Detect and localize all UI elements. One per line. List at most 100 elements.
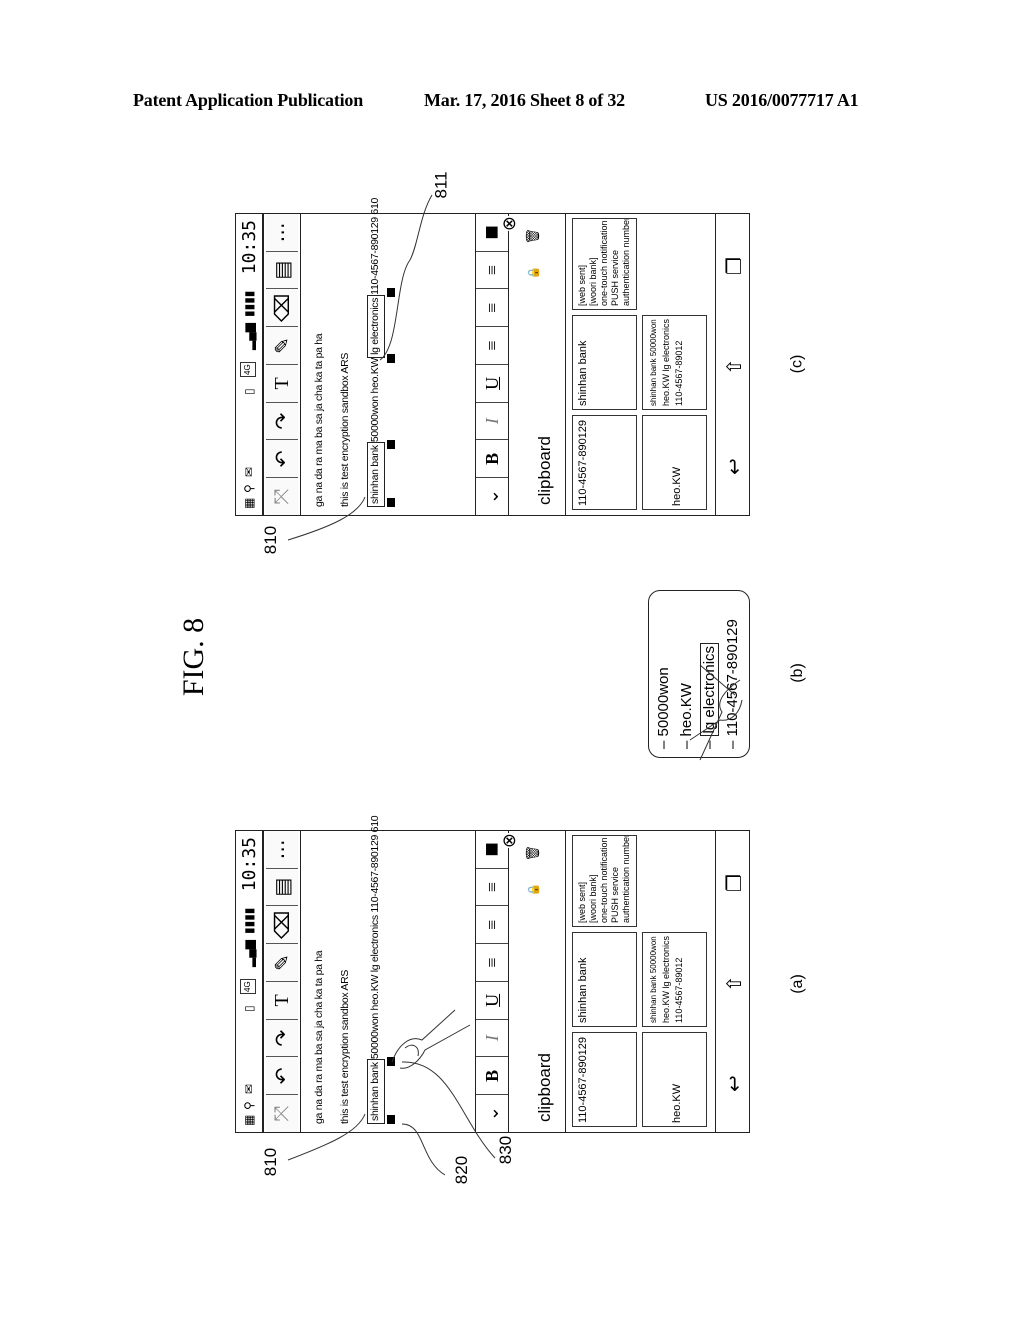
editor-line-3: shinhan bank50000won heo.KWlg electronic…	[367, 198, 385, 507]
align-right-icon[interactable]: ≡	[476, 867, 508, 906]
align-center-icon[interactable]: ≡	[476, 288, 508, 327]
usb-icon: ⚲	[242, 484, 256, 493]
selection-handle-start-2[interactable]	[387, 354, 395, 363]
editor-line-2: this is test encryption sandbox ARS	[339, 969, 351, 1124]
close-icon[interactable]: ⊗	[499, 833, 520, 849]
list-item[interactable]: – heo.KW	[678, 683, 695, 749]
clip-card-2[interactable]: shinhan bank	[572, 315, 637, 410]
text-tool-icon[interactable]: T	[266, 364, 298, 402]
selection-handle-start[interactable]	[387, 1115, 395, 1124]
align-left-icon[interactable]: ≡	[476, 326, 508, 364]
editor-line-2: this is test encryption sandbox ARS	[339, 352, 351, 507]
editor-line-1: ga na da ra ma ba sa ja cha ka ta pa ha	[313, 333, 325, 507]
clip-card-2[interactable]: shinhan bank	[572, 932, 637, 1027]
phone-screen-c: ▦ ⚲ ✉ ▯ 4G ▂▄▆ ▮▮▮▮ 10:35 ⤧ ↶ ↷ T ✎ ⌫ ▤ …	[235, 198, 751, 516]
phone-screen-a: ▦ ⚲ ✉ ▯ 4G ▂▄▆ ▮▮▮▮ 10:35 ⤧ ↶ ↷ T ✎ ⌫ ▤ …	[235, 816, 750, 1133]
redo-icon[interactable]: ↷	[266, 401, 298, 440]
recent-apps-button[interactable]: ❐	[722, 874, 747, 892]
more-icon[interactable]: ⋯	[266, 214, 298, 251]
recent-apps-button[interactable]: ❐	[722, 257, 747, 275]
trash-icon[interactable]: 🗑	[525, 228, 541, 245]
usb-debug-icon: ▦	[242, 497, 256, 509]
clock: 10:35	[239, 220, 260, 275]
item-text: lg electronics	[700, 642, 719, 737]
battery-icon: ▮▮▮▮	[242, 907, 256, 934]
clip-card-5[interactable]: shinhan bank 50000won heo.KW lg electron…	[642, 315, 707, 410]
undo-icon[interactable]: ↶	[266, 439, 298, 478]
list-item[interactable]: – 50000won	[655, 667, 672, 749]
undo-icon[interactable]: ↶	[266, 1056, 298, 1095]
clip-card-5[interactable]: shinhan bank 50000won heo.KW lg electron…	[642, 932, 707, 1027]
bold-button[interactable]: B	[476, 439, 508, 478]
redo-icon[interactable]: ↷	[266, 1018, 298, 1057]
signal-icon: ▂▄▆	[242, 940, 256, 967]
back-button[interactable]: ↩	[722, 458, 747, 475]
header-patent-number: US 2016/0077717 A1	[705, 90, 859, 110]
text-tool-icon[interactable]: T	[266, 981, 298, 1019]
clip-card-3[interactable]: [web sent] [woori bank] one-touch notifi…	[572, 218, 637, 310]
italic-button[interactable]: I	[476, 401, 508, 440]
item-text: 50000won	[655, 667, 672, 737]
underline-button[interactable]: U	[476, 364, 508, 402]
list-item-selected[interactable]: – lg electronics	[700, 642, 719, 749]
card-text: heo.KW	[671, 1083, 683, 1123]
eraser-icon[interactable]: ⌫	[266, 905, 298, 944]
layout-icon[interactable]: ▤	[266, 250, 298, 289]
expand-icon[interactable]: ⤧	[266, 1094, 298, 1132]
card-text: [web sent]	[577, 264, 587, 306]
mail-icon: ✉	[242, 466, 256, 477]
selection-box-810[interactable]: shinhan bank	[367, 442, 385, 507]
more-icon[interactable]: ⋯	[266, 831, 298, 868]
highlighter-icon[interactable]: ✎	[266, 326, 298, 364]
back-button[interactable]: ↩	[722, 1075, 747, 1092]
format-toolbar: ⌄ B I U ≡ ≡ ≡ ■	[476, 214, 509, 515]
clipboard-header: clipboard ⊗ 🗑 🔒	[499, 214, 566, 515]
navigation-bar: ↩ ⇧ ❐	[716, 214, 751, 515]
selection-box-810[interactable]: shinhan bank	[367, 1059, 385, 1124]
card-text: shinhan bank	[577, 957, 589, 1023]
card-text: [woori bank]	[588, 874, 598, 923]
clip-card-4[interactable]: heo.KW	[642, 1032, 707, 1127]
ref-820: 820	[452, 1155, 472, 1185]
align-right-icon[interactable]: ≡	[476, 250, 508, 289]
home-button[interactable]: ⇧	[722, 358, 747, 375]
bold-button[interactable]: B	[476, 1056, 508, 1095]
align-left-icon[interactable]: ≡	[476, 943, 508, 981]
eraser-icon[interactable]: ⌫	[266, 288, 298, 327]
lock-icon[interactable]: 🔒	[527, 266, 540, 280]
list-item[interactable]: – 110-4567-890129	[724, 619, 741, 749]
status-bar: ▦ ⚲ ✉ ▯ 4G ▂▄▆ ▮▮▮▮ 10:35	[236, 831, 264, 1132]
editor-line-1: ga na da ra ma ba sa ja cha ka ta pa ha	[313, 950, 325, 1124]
underline-button[interactable]: U	[476, 981, 508, 1019]
selection-handle-start[interactable]	[387, 498, 395, 507]
lock-icon[interactable]: 🔒	[527, 883, 540, 897]
text-editor[interactable]: ga na da ra ma ba sa ja cha ka ta pa ha …	[301, 816, 476, 1132]
clipboard-header: clipboard ⊗ 🗑 🔒	[499, 831, 566, 1132]
clip-card-1[interactable]: 110-4567-890129	[572, 1032, 637, 1127]
expand-icon[interactable]: ⤧	[266, 477, 298, 515]
close-icon[interactable]: ⊗	[499, 216, 520, 232]
align-center-icon[interactable]: ≡	[476, 905, 508, 944]
card-text: one-touch notification	[599, 220, 609, 306]
battery-icon: ▮▮▮▮	[242, 290, 256, 317]
clip-card-4[interactable]: heo.KW	[642, 415, 707, 510]
item-text: 110-4567-890129	[724, 619, 741, 737]
editor-line-3-pre: 50000won heo.KW	[369, 357, 381, 443]
clip-card-3[interactable]: [web sent] [woori bank] one-touch notifi…	[572, 835, 637, 927]
highlighter-icon[interactable]: ✎	[266, 943, 298, 981]
card-text: shinhan bank 50000won	[649, 319, 658, 406]
dropdown-icon[interactable]: ⌄	[476, 477, 508, 515]
selection-handle-end[interactable]	[387, 1057, 395, 1066]
text-editor[interactable]: ga na da ra ma ba sa ja cha ka ta pa ha …	[301, 198, 476, 515]
clip-card-1[interactable]: 110-4567-890129	[572, 415, 637, 510]
trash-icon[interactable]: 🗑	[525, 845, 541, 862]
clipboard-title: clipboard	[535, 1053, 554, 1122]
selection-handle-end-2[interactable]	[387, 288, 395, 297]
layout-icon[interactable]: ▤	[266, 867, 298, 906]
selection-box-811[interactable]: lg electronics	[367, 294, 385, 358]
home-button[interactable]: ⇧	[722, 975, 747, 992]
dropdown-icon[interactable]: ⌄	[476, 1094, 508, 1132]
top-toolbar: ⤧ ↶ ↷ T ✎ ⌫ ▤ ⋯	[264, 831, 301, 1132]
italic-button[interactable]: I	[476, 1018, 508, 1057]
selection-handle-end[interactable]	[387, 440, 395, 449]
